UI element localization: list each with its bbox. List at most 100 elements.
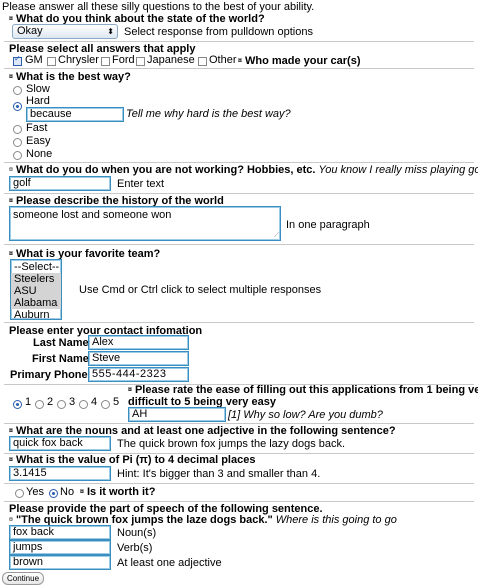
rating-radio-2[interactable] [35,400,44,409]
q4-helper: Enter text [117,178,165,190]
q9-label: ¤ Is it worth it? [80,486,155,498]
q1-helper: Select response from pulldown options [124,26,313,38]
divider [4,41,474,42]
q3-label-text: What is the best way? [15,71,131,83]
radio-yes-label: Yes [26,486,44,498]
q8-pi-input[interactable]: 3.1415 [9,466,111,481]
required-marker: ¤ [9,516,13,524]
q10-verb-input[interactable]: jumps [9,540,111,555]
q6-team-listbox[interactable]: --Select-- Steelers ASU Alabama Auburn [10,259,62,320]
team-option[interactable]: Auburn [11,309,61,319]
radio-fast[interactable] [13,125,22,134]
divider [4,483,474,484]
team-option[interactable]: Steelers [11,273,61,285]
rating-radio-3[interactable] [57,400,66,409]
q10-noun-input[interactable]: fox back [9,525,111,540]
radio-none[interactable] [13,151,22,160]
rating-label-line1: ¤ Please rate the ease of filling out th… [128,384,478,396]
checkbox-other[interactable] [198,57,207,66]
phone-label: Primary Phone [10,369,88,381]
q4-label-text: What do you do when you are not working?… [15,164,316,176]
q5-history-textarea[interactable]: someone lost and someone won ⟋ [9,206,281,241]
q10-adjective-label: At least one adjective [117,557,222,569]
q4-label: ¤ What do you do when you are not workin… [9,164,478,176]
phone-input[interactable]: 555-444-2323 [88,367,189,382]
required-marker: ¤ [238,57,242,65]
last-name-label: Last Name [33,337,89,349]
divider [4,322,474,323]
q1-select-value: Okay [17,25,43,37]
radio-hard[interactable] [13,102,22,111]
first-name-input[interactable]: Steve [88,351,189,366]
q3-label: ¤ What is the best way? [9,71,131,83]
rating-radio-5[interactable] [101,400,110,409]
checkbox-gm[interactable] [13,54,22,66]
resize-grip-icon[interactable]: ⟋ [274,232,279,240]
radio-fast-label: Fast [26,122,48,134]
divider [4,501,474,502]
radio-slow[interactable] [13,86,22,95]
q5-history-value: someone lost and someone won [13,209,172,221]
divider [4,244,474,245]
q8-label-text: What is the value of Pi (π) to 4 decimal… [15,454,256,466]
team-option[interactable]: Alabama [11,297,61,309]
checkbox-ford[interactable] [101,57,110,66]
q5-helper: In one paragraph [286,219,370,231]
checkbox-ford-label: Ford [112,54,135,66]
required-marker: ¤ [9,15,13,23]
rating-label-line1-text: Please rate the ease of filling out this… [134,384,478,396]
checkbox-japanese[interactable] [136,57,145,66]
divider [4,68,474,69]
q4-hobby-input[interactable]: golf [9,176,111,191]
rating-comment-input[interactable]: AH [128,407,226,422]
team-option[interactable]: --Select-- [11,261,61,273]
divider [4,162,474,163]
q2-suffix: ¤ Who made your car(s) [238,55,361,67]
rating-radio-5-label: 5 [113,396,120,408]
q7-nouns-input[interactable]: quick fox back [9,436,111,451]
q7-helper: The quick brown fox jumps the lazy dogs … [117,438,346,450]
checkbox-chrysler[interactable] [47,57,56,66]
continue-button[interactable]: Continue [2,572,45,585]
required-marker: ¤ [9,456,13,464]
first-name-label: First Name [32,353,89,365]
checkbox-gm-label: GM [25,54,43,66]
divider [4,423,474,424]
q8-label: ¤ What is the value of Pi (π) to 4 decim… [9,454,255,466]
radio-no-label: No [60,486,75,498]
rating-radio-4-label: 4 [91,396,98,408]
rating-comment-hint: [1] Why so low? Are you dumb? [228,409,383,421]
q3-explain-input[interactable]: because [26,107,124,122]
intro-text: Please answer all these silly questions … [2,1,315,13]
required-marker: ¤ [9,427,13,435]
required-marker: ¤ [9,73,13,81]
radio-no[interactable] [49,489,58,498]
rating-radio-4[interactable] [79,400,88,409]
radio-yes[interactable] [15,489,24,498]
rating-radio-1-label: 1 [25,396,32,408]
radio-easy-label: Easy [26,135,51,147]
checkbox-chrysler-label: Chrysler [58,54,99,66]
q1-select[interactable]: Okay ⬍ [12,24,118,39]
checkbox-japanese-label: Japanese [147,54,195,66]
rating-radio-3-label: 3 [69,396,76,408]
q8-helper: Hint: It's bigger than 3 and smaller tha… [117,468,321,480]
q10-note: Where is this going to go [275,514,397,526]
q10-adjective-input[interactable]: brown [9,555,111,570]
q10-verb-label: Verb(s) [117,542,153,554]
radio-none-label: None [26,148,53,160]
required-marker: ¤ [9,166,13,174]
q6-helper: Use Cmd or Ctrl click to select multiple… [79,284,322,296]
radio-easy[interactable] [13,138,22,147]
team-option[interactable]: ASU [11,285,61,297]
checkbox-other-label: Other [209,54,237,66]
radio-hard-label: Hard [26,95,50,107]
q9-label-text: Is it worth it? [86,486,156,498]
radio-slow-label: Slow [26,83,50,95]
last-name-input[interactable]: Alex [88,335,189,350]
required-marker: ¤ [128,386,132,394]
q10-noun-label: Noun(s) [117,527,157,539]
q4-note: You know I really miss playing golf. [318,164,478,176]
q2-suffix-text: Who made your car(s) [244,55,361,67]
rating-radio-1[interactable] [13,400,22,409]
